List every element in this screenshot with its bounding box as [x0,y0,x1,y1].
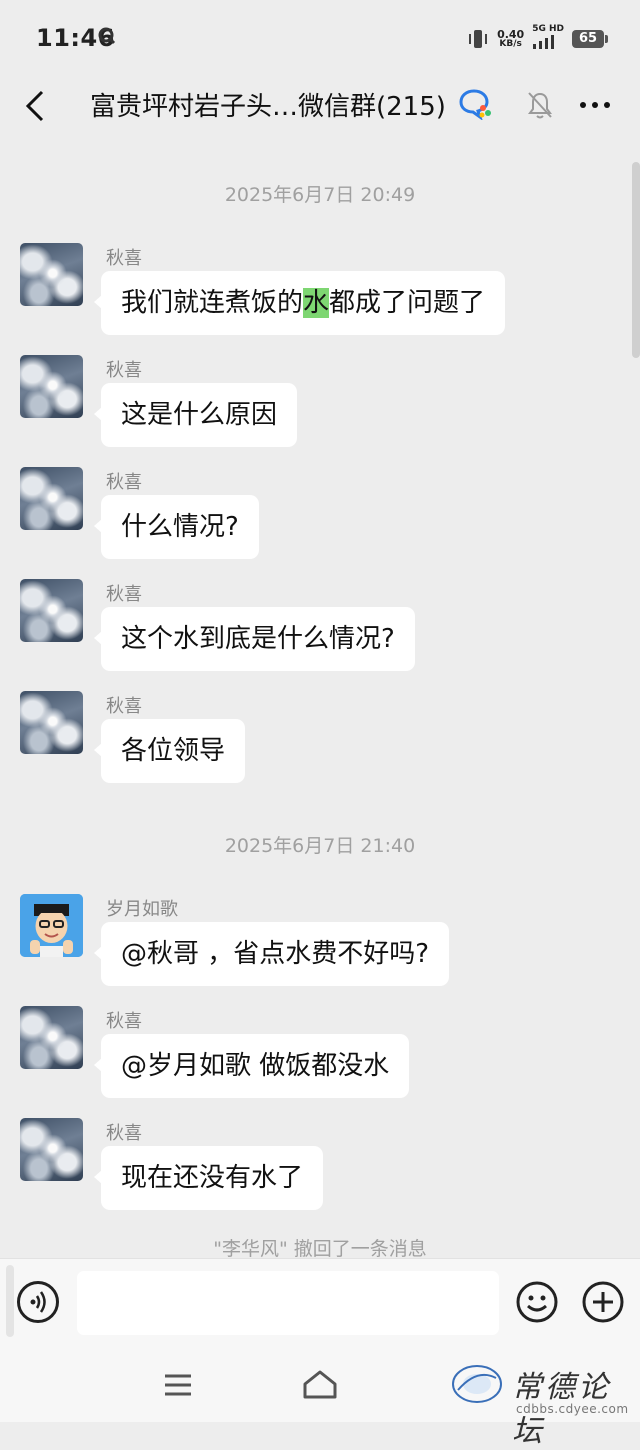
chat-header: 富贵坪村岩子头…微信群(215) [0,78,640,134]
timestamp: 2025年6月7日 20:49 [224,184,416,206]
sender-name: 秋喜 [106,248,142,269]
signal-indicator: 5G HD [532,25,564,53]
sender-name: 秋喜 [106,1011,142,1032]
message-text: 我们就连煮饭的 [121,288,304,318]
sender-name: 岁月如歌 [106,899,178,920]
avatar[interactable] [20,1118,83,1181]
plus-icon[interactable] [582,1281,624,1323]
sender-name: 秋喜 [106,360,142,381]
message-text: 现在还没有水了 [121,1163,304,1193]
menu-icon[interactable] [163,1372,193,1398]
recall-notice: "李华风" 撤回了一条消息 [213,1238,427,1260]
search-highlight: 水 [303,288,330,318]
net-speed-unit: KB/s [499,39,522,49]
sender-name: 秋喜 [106,696,142,717]
message-bubble[interactable]: @岁月如歌 做饭都没水 [93,1034,410,1098]
message-text: 都成了问题了 [329,288,486,318]
message-bubble[interactable]: 什么情况? [94,495,259,559]
message-text: 各位领导 [121,736,226,766]
message-bubble[interactable]: 各位领导 [93,719,246,783]
sender-name: 秋喜 [106,1123,142,1144]
sender-name: 秋喜 [106,472,142,493]
input-bar [0,1258,640,1347]
network-type: 5G HD [532,24,564,34]
message-bubble[interactable]: 现在还没有水了 [93,1146,324,1210]
avatar[interactable] [20,243,83,306]
timestamp: 2025年6月7日 21:40 [224,835,416,857]
back-arrow-icon[interactable] [22,84,50,128]
signal-icon [533,35,555,49]
message-text: 这是什么原因 [121,400,278,430]
home-icon[interactable] [302,1368,338,1400]
more-options-icon[interactable] [578,90,612,120]
vibrate-icon [469,30,488,48]
net-speed-indicator: 0.40 KB/s [497,29,524,49]
avatar[interactable] [20,691,83,754]
chat-title[interactable]: 富贵坪村岩子头…微信群(215) [90,86,446,123]
status-bar: 11:46 0.40 KB/s 5G HD 65 [0,0,640,78]
message-text: 什么情况? [121,512,239,542]
avatar[interactable] [20,894,83,957]
avatar[interactable] [20,467,83,530]
message-text: 这个水到底是什么情况? [121,624,395,654]
avatar[interactable] [20,1006,83,1069]
message-bubble[interactable]: @秋哥 ，省点水费不好吗? [93,922,450,986]
watermark-logo-icon [452,1365,502,1403]
watermark-url: cdbbs.cdyee.com [516,1402,629,1416]
emoji-icon[interactable] [516,1281,558,1323]
group-chat-badge-icon [459,89,491,120]
system-icons: 0.40 KB/s 5G HD 65 [467,24,608,54]
cartoon-face-icon [20,894,83,957]
battery-icon: 65 [572,30,608,48]
watermark: 常德论坛 cdbbs.cdyee.com [446,1358,636,1449]
message-bubble[interactable]: 这个水到底是什么情况? [94,607,415,671]
system-nav-bar: 常德论坛 cdbbs.cdyee.com [0,1346,640,1449]
mute-bell-icon [528,92,552,119]
notification-q-icon [98,27,116,45]
voice-input-button[interactable] [17,1281,59,1323]
avatar[interactable] [20,579,83,642]
message-input[interactable] [77,1271,499,1335]
message-text: @岁月如歌 做饭都没水 [121,1051,390,1081]
drag-handle[interactable] [6,1265,14,1337]
avatar[interactable] [20,355,83,418]
message-text: @秋哥 ，省点水费不好吗? [121,939,430,969]
message-bubble[interactable]: 我们就连煮饭的水都成了问题了 [93,271,506,335]
message-bubble[interactable]: 这是什么原因 [93,383,298,447]
sender-name: 秋喜 [106,584,142,605]
voice-icon [30,1291,46,1313]
